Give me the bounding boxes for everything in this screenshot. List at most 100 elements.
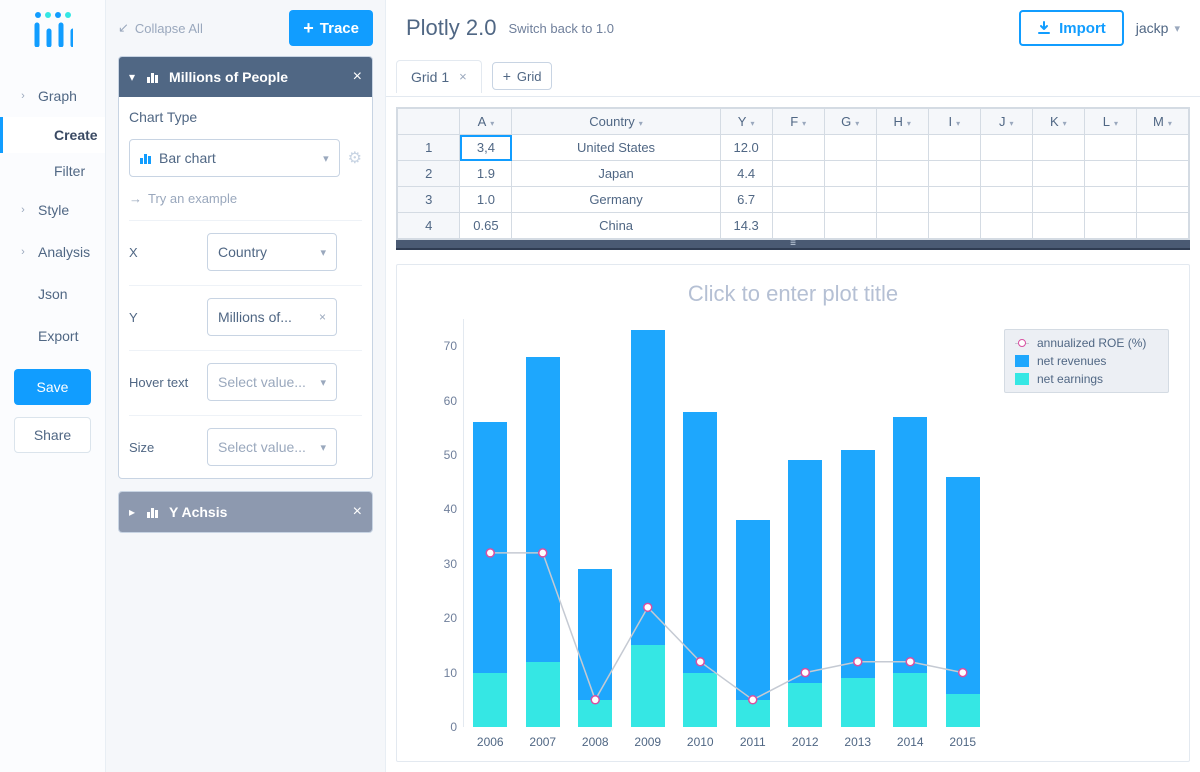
cell[interactable] xyxy=(928,161,980,187)
nav-item-export[interactable]: Export xyxy=(0,315,105,357)
line-marker[interactable] xyxy=(644,603,652,611)
share-button[interactable]: Share xyxy=(14,417,91,453)
cell[interactable] xyxy=(1032,135,1084,161)
cell[interactable]: 14.3 xyxy=(720,213,772,239)
cell[interactable]: Germany xyxy=(512,187,720,213)
column-header[interactable]: A▾ xyxy=(460,109,512,135)
cell[interactable] xyxy=(876,213,928,239)
line-marker[interactable] xyxy=(696,658,704,666)
nav-item-style[interactable]: ›Style xyxy=(0,189,105,231)
cell[interactable] xyxy=(824,135,876,161)
cell[interactable]: 0.65 xyxy=(460,213,512,239)
cell[interactable] xyxy=(824,161,876,187)
cell[interactable] xyxy=(980,213,1032,239)
add-grid-button[interactable]: + Grid xyxy=(492,62,553,90)
grid-splitter[interactable] xyxy=(396,240,1190,250)
import-button[interactable]: Import xyxy=(1019,10,1124,46)
collapse-all-button[interactable]: ↙ Collapse All xyxy=(118,20,203,36)
column-header[interactable]: Y▾ xyxy=(720,109,772,135)
chart-type-select[interactable]: Bar chart ▾ xyxy=(129,139,340,177)
line-marker[interactable] xyxy=(486,549,494,557)
cell[interactable] xyxy=(772,187,824,213)
size-select[interactable]: Select value... ▾ xyxy=(207,428,337,466)
clear-icon[interactable]: × xyxy=(319,310,326,324)
line-marker[interactable] xyxy=(959,669,967,677)
close-icon[interactable]: × xyxy=(459,69,467,84)
cell[interactable] xyxy=(876,161,928,187)
trace-header[interactable]: ▾ Millions of People × xyxy=(119,57,372,97)
try-example-link[interactable]: → Try an example xyxy=(129,191,362,206)
column-header[interactable]: F▾ xyxy=(772,109,824,135)
cell[interactable] xyxy=(772,135,824,161)
cell[interactable] xyxy=(980,161,1032,187)
cell[interactable] xyxy=(928,187,980,213)
data-grid[interactable]: A▾Country▾Y▾F▾G▾H▾I▾J▾K▾L▾M▾13,4United S… xyxy=(396,107,1190,240)
table-row[interactable]: 40.65China14.3 xyxy=(398,213,1189,239)
cell[interactable] xyxy=(1032,213,1084,239)
cell[interactable]: 1.0 xyxy=(460,187,512,213)
column-header[interactable]: Country▾ xyxy=(512,109,720,135)
nav-item-json[interactable]: Json xyxy=(0,273,105,315)
plot-title-input[interactable]: Click to enter plot title xyxy=(417,281,1169,307)
cell[interactable]: 4.4 xyxy=(720,161,772,187)
tab-grid[interactable]: Grid 1 × xyxy=(396,60,482,93)
cell[interactable]: 3,4 xyxy=(460,135,512,161)
x-select[interactable]: Country ▾ xyxy=(207,233,337,271)
add-trace-button[interactable]: + Trace xyxy=(289,10,373,46)
cell[interactable] xyxy=(824,213,876,239)
column-header[interactable]: H▾ xyxy=(876,109,928,135)
cell[interactable] xyxy=(772,161,824,187)
table-row[interactable]: 21.9Japan4.4 xyxy=(398,161,1189,187)
column-header[interactable]: J▾ xyxy=(980,109,1032,135)
line-marker[interactable] xyxy=(854,658,862,666)
switch-back-link[interactable]: Switch back to 1.0 xyxy=(509,21,615,36)
y-select[interactable]: Millions of... × xyxy=(207,298,337,336)
line-marker[interactable] xyxy=(906,658,914,666)
line-marker[interactable] xyxy=(801,669,809,677)
cell[interactable] xyxy=(1084,135,1136,161)
nav-item-filter[interactable]: Filter xyxy=(0,153,105,189)
column-header[interactable]: K▾ xyxy=(1032,109,1084,135)
table-row[interactable]: 31.0Germany6.7 xyxy=(398,187,1189,213)
nav-item-create[interactable]: Create xyxy=(0,117,105,153)
legend-item[interactable]: net revenues xyxy=(1015,354,1158,368)
cell[interactable] xyxy=(928,213,980,239)
cell[interactable] xyxy=(1084,187,1136,213)
cell[interactable]: China xyxy=(512,213,720,239)
cell[interactable] xyxy=(1136,161,1188,187)
legend-item[interactable]: annualized ROE (%) xyxy=(1015,336,1158,350)
close-icon[interactable]: × xyxy=(353,503,362,521)
cell[interactable] xyxy=(1136,135,1188,161)
cell[interactable] xyxy=(772,213,824,239)
cell[interactable] xyxy=(1084,161,1136,187)
legend-item[interactable]: net earnings xyxy=(1015,372,1158,386)
gear-icon[interactable]: ⚙ xyxy=(348,148,362,168)
cell[interactable]: 6.7 xyxy=(720,187,772,213)
cell[interactable] xyxy=(1032,161,1084,187)
nav-item-analysis[interactable]: ›Analysis xyxy=(0,231,105,273)
line-marker[interactable] xyxy=(591,696,599,704)
table-row[interactable]: 13,4United States12.0 xyxy=(398,135,1189,161)
column-header[interactable]: M▾ xyxy=(1136,109,1188,135)
cell[interactable]: 1.9 xyxy=(460,161,512,187)
user-menu[interactable]: jackp ▾ xyxy=(1136,20,1180,36)
save-button[interactable]: Save xyxy=(14,369,91,405)
line-marker[interactable] xyxy=(539,549,547,557)
cell[interactable] xyxy=(928,135,980,161)
cell[interactable] xyxy=(980,187,1032,213)
cell[interactable] xyxy=(1084,213,1136,239)
column-header[interactable]: L▾ xyxy=(1084,109,1136,135)
close-icon[interactable]: × xyxy=(353,68,362,86)
cell[interactable] xyxy=(1032,187,1084,213)
cell[interactable] xyxy=(876,135,928,161)
column-header[interactable]: G▾ xyxy=(824,109,876,135)
cell[interactable] xyxy=(876,187,928,213)
hover-select[interactable]: Select value... ▾ xyxy=(207,363,337,401)
line-marker[interactable] xyxy=(749,696,757,704)
cell[interactable] xyxy=(980,135,1032,161)
cell[interactable] xyxy=(824,187,876,213)
cell[interactable]: 12.0 xyxy=(720,135,772,161)
cell[interactable]: Japan xyxy=(512,161,720,187)
cell[interactable] xyxy=(1136,213,1188,239)
cell[interactable]: United States xyxy=(512,135,720,161)
